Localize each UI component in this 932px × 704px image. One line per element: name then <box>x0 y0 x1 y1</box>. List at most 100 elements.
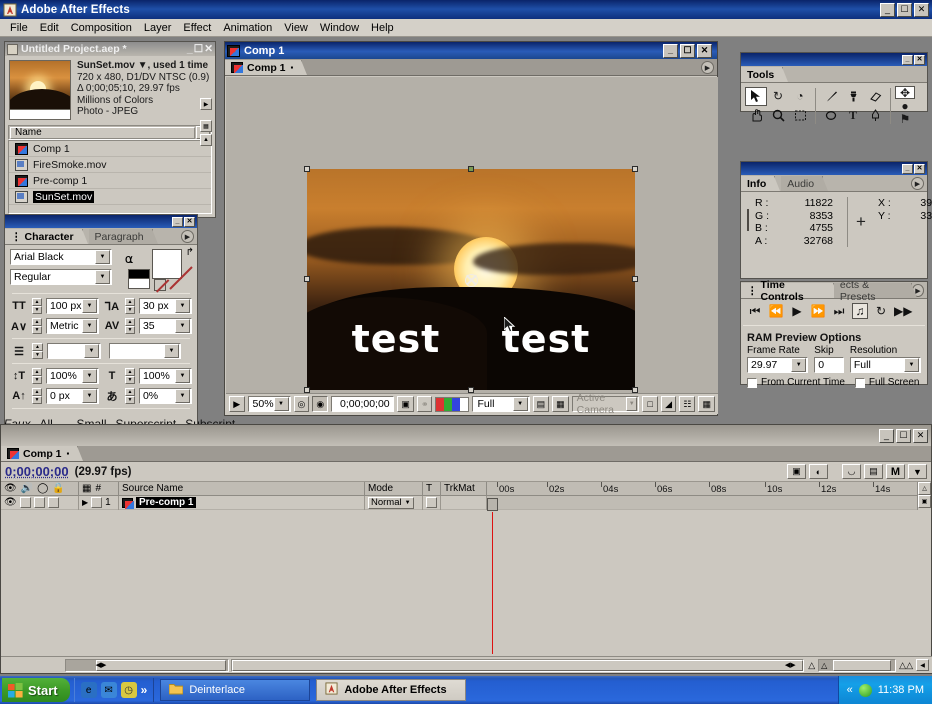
zoom-in-icon[interactable]: △△ <box>899 660 913 671</box>
stroke-style-dropdown-arrow[interactable]: ▼ <box>164 344 179 358</box>
axis-tool-icon[interactable]: ✥ <box>895 86 915 99</box>
no-fill-button[interactable] <box>154 279 166 291</box>
project-close-button[interactable]: ✕ <box>204 43 213 55</box>
timeline-marker-button[interactable]: ▼ <box>908 464 927 479</box>
font-size-dropdown-arrow[interactable]: ▼ <box>82 299 97 313</box>
maximize-button[interactable]: ☐ <box>897 3 912 17</box>
red-channel-chip[interactable] <box>436 398 444 411</box>
sphere-tool-icon[interactable]: ● <box>895 99 915 112</box>
menu-item-file[interactable]: File <box>4 20 34 36</box>
outlook-icon[interactable]: ✉ <box>101 682 117 698</box>
project-minimize-button[interactable]: _ <box>187 43 193 55</box>
lock-switch[interactable] <box>48 497 59 508</box>
composition-panel-menu-button[interactable]: ▶ <box>701 61 714 74</box>
camera-view-dropdown-arrow[interactable]: ▼ <box>626 397 637 411</box>
selection-handle-middle-right[interactable] <box>632 276 638 282</box>
selection-handle-middle-left[interactable] <box>304 276 310 282</box>
character-minimize-button[interactable]: _ <box>172 217 183 227</box>
timeline-minimize-button[interactable]: _ <box>879 429 894 443</box>
project-scroll-right-button[interactable]: ▶ <box>200 98 212 110</box>
resolution-dropdown[interactable]: Full ▼ <box>472 396 529 412</box>
zoom-slider[interactable]: △ <box>818 659 896 672</box>
info-minimize-button[interactable]: _ <box>902 164 913 174</box>
tab-effects-and-presets[interactable]: ects & Presets <box>834 283 912 298</box>
audio-toggle-button[interactable]: ♫ <box>852 303 868 319</box>
transparency-grid-button[interactable]: ▦ <box>552 396 569 412</box>
horizontal-scale-stepper[interactable]: ▲ ▼ <box>125 368 135 384</box>
layer-t-cell[interactable] <box>423 496 441 510</box>
audio-switch[interactable] <box>20 497 31 508</box>
selection-tool-icon[interactable] <box>745 87 767 106</box>
selection-handle-top-left[interactable] <box>304 166 310 172</box>
zoom-tool-icon[interactable] <box>767 106 789 125</box>
layer-source-name-cell[interactable]: Pre-comp 1 <box>119 496 365 510</box>
stroke-style-field[interactable]: ▼ <box>109 343 181 359</box>
character-panel-menu-button[interactable]: ▶ <box>181 230 194 243</box>
timeline-maximize-button[interactable]: ☐ <box>896 429 911 443</box>
font-style-field[interactable]: Regular ▼ <box>10 269 112 285</box>
column-header-name[interactable]: Name <box>10 127 195 139</box>
timeline-ruler-area[interactable]: 00s 02s 04s 06s 08s 10s 12s 14s <box>487 482 917 510</box>
timeline-current-time[interactable]: 0;00;00;00 <box>5 464 69 479</box>
pixel-aspect-button[interactable]: ◢ <box>661 396 677 412</box>
time-indicator-handle[interactable] <box>487 498 498 511</box>
show-snapshot-button[interactable]: ⚭ <box>417 396 433 412</box>
project-item-firesmoke[interactable]: FireSmoke.mov <box>9 157 211 173</box>
composition-viewer[interactable]: test test <box>226 77 718 394</box>
view-layout-button[interactable]: □ <box>642 396 658 412</box>
horizontal-scale-dropdown-arrow[interactable]: ▼ <box>175 369 190 383</box>
footage-name[interactable]: SunSet.mov <box>77 60 135 71</box>
safe-zones-button[interactable]: ◎ <box>294 396 310 412</box>
project-item-sunset[interactable]: SunSet.mov <box>9 189 211 205</box>
from-current-time-checkbox[interactable]: From Current Time <box>747 377 845 388</box>
comp-maximize-button[interactable]: ☐ <box>680 44 695 58</box>
composition-canvas[interactable]: test test <box>307 169 635 390</box>
channel-chips[interactable] <box>435 397 469 412</box>
zoom-slider-track[interactable] <box>833 660 891 671</box>
stroke-width-dropdown-arrow[interactable]: ▼ <box>84 344 99 358</box>
source-name-header[interactable]: Source Name <box>119 482 365 496</box>
timeline-options-button[interactable]: ◀ <box>916 659 929 671</box>
layer-panel-hscrollbar[interactable]: ◀▶ <box>65 659 229 672</box>
menu-item-edit[interactable]: Edit <box>34 20 65 36</box>
tracking-dropdown-arrow[interactable]: ▼ <box>175 319 190 333</box>
blue-channel-chip[interactable] <box>452 398 460 411</box>
kerning-field[interactable]: Metric ▼ <box>46 318 99 334</box>
take-snapshot-button[interactable]: ▣ <box>397 396 414 412</box>
menu-item-window[interactable]: Window <box>314 20 365 36</box>
project-item-pre-comp-1[interactable]: Pre-comp 1 <box>9 173 211 189</box>
timeline-link-button[interactable]: ☷ <box>679 396 695 412</box>
menu-item-view[interactable]: View <box>278 20 314 36</box>
tab-paragraph[interactable]: Paragraph <box>89 229 153 244</box>
horizontal-scale-field[interactable]: 100% ▼ <box>139 368 192 384</box>
tracking-stepper[interactable]: ▲ ▼ <box>125 318 135 334</box>
selection-handle-top-center[interactable] <box>468 166 474 172</box>
comp-close-button[interactable]: ✕ <box>697 44 712 58</box>
timeline-work-area-row[interactable] <box>487 496 917 510</box>
comp-family-button[interactable]: ▤ <box>864 464 883 479</box>
work-area-marker-button[interactable]: △ <box>918 482 931 495</box>
shape-tool-icon[interactable] <box>820 106 842 125</box>
magnification-dropdown[interactable]: 50% ▼ <box>248 396 291 412</box>
solo-switch[interactable] <box>34 497 45 508</box>
project-scroll-up-button[interactable]: ▲ <box>200 134 212 146</box>
video-eye-icon[interactable]: 👁 <box>4 497 17 508</box>
taskbar-item-deinterlace[interactable]: Deinterlace <box>160 679 310 701</box>
label-color-swatch[interactable] <box>91 497 102 508</box>
baseline-shift-dropdown-arrow[interactable]: ▼ <box>82 389 97 403</box>
text-tool-icon[interactable]: T <box>842 106 864 125</box>
tab-info[interactable]: Info <box>741 176 775 191</box>
baseline-shift-stepper[interactable]: ▲ ▼ <box>32 388 42 404</box>
stroke-color-swatch[interactable] <box>128 269 150 279</box>
footage-dropdown-arrow[interactable]: ▼ <box>135 60 148 71</box>
tools-close-button[interactable]: ✕ <box>914 55 925 65</box>
tab-comp-1[interactable]: Comp 1 ▪ <box>225 60 302 75</box>
stroke-width-field[interactable]: ▼ <box>47 343 101 359</box>
rotation-tool-icon[interactable]: ↻ <box>767 87 789 106</box>
brush-tool-icon[interactable] <box>820 87 842 106</box>
hand-tool-icon[interactable] <box>745 106 767 125</box>
minimize-button[interactable]: _ <box>880 3 895 17</box>
comp-marker-button[interactable]: ▣ <box>918 495 931 508</box>
comp-flowchart-button[interactable]: ▦ <box>698 396 715 412</box>
loop-button[interactable]: ↻ <box>873 304 889 318</box>
